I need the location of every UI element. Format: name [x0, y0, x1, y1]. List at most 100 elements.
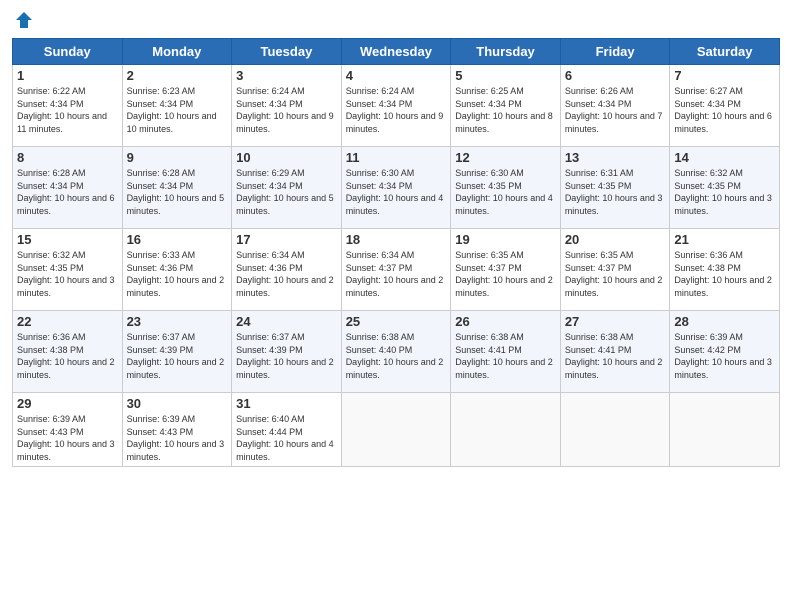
table-row: 5 Sunrise: 6:25 AMSunset: 4:34 PMDayligh…	[451, 65, 561, 147]
day-number: 6	[565, 68, 666, 83]
day-number: 1	[17, 68, 118, 83]
col-thursday: Thursday	[451, 39, 561, 65]
day-info: Sunrise: 6:37 AMSunset: 4:39 PMDaylight:…	[127, 332, 225, 380]
table-row: 17 Sunrise: 6:34 AMSunset: 4:36 PMDaylig…	[232, 229, 342, 311]
table-row: 22 Sunrise: 6:36 AMSunset: 4:38 PMDaylig…	[13, 311, 123, 393]
table-row: 11 Sunrise: 6:30 AMSunset: 4:34 PMDaylig…	[341, 147, 451, 229]
table-row	[341, 393, 451, 467]
col-friday: Friday	[560, 39, 670, 65]
table-row: 7 Sunrise: 6:27 AMSunset: 4:34 PMDayligh…	[670, 65, 780, 147]
table-row	[670, 393, 780, 467]
table-row: 29 Sunrise: 6:39 AMSunset: 4:43 PMDaylig…	[13, 393, 123, 467]
col-sunday: Sunday	[13, 39, 123, 65]
page-container: Sunday Monday Tuesday Wednesday Thursday…	[0, 0, 792, 475]
day-info: Sunrise: 6:35 AMSunset: 4:37 PMDaylight:…	[455, 250, 553, 298]
day-number: 31	[236, 396, 337, 411]
day-info: Sunrise: 6:39 AMSunset: 4:43 PMDaylight:…	[127, 414, 225, 462]
day-number: 8	[17, 150, 118, 165]
table-row: 13 Sunrise: 6:31 AMSunset: 4:35 PMDaylig…	[560, 147, 670, 229]
day-info: Sunrise: 6:34 AMSunset: 4:36 PMDaylight:…	[236, 250, 334, 298]
table-row: 19 Sunrise: 6:35 AMSunset: 4:37 PMDaylig…	[451, 229, 561, 311]
day-info: Sunrise: 6:28 AMSunset: 4:34 PMDaylight:…	[127, 168, 225, 216]
table-row: 30 Sunrise: 6:39 AMSunset: 4:43 PMDaylig…	[122, 393, 232, 467]
day-number: 28	[674, 314, 775, 329]
day-info: Sunrise: 6:40 AMSunset: 4:44 PMDaylight:…	[236, 414, 334, 462]
table-row: 20 Sunrise: 6:35 AMSunset: 4:37 PMDaylig…	[560, 229, 670, 311]
day-number: 3	[236, 68, 337, 83]
calendar-header-row: Sunday Monday Tuesday Wednesday Thursday…	[13, 39, 780, 65]
day-number: 29	[17, 396, 118, 411]
day-info: Sunrise: 6:38 AMSunset: 4:41 PMDaylight:…	[455, 332, 553, 380]
day-info: Sunrise: 6:35 AMSunset: 4:37 PMDaylight:…	[565, 250, 663, 298]
table-row: 24 Sunrise: 6:37 AMSunset: 4:39 PMDaylig…	[232, 311, 342, 393]
table-row: 16 Sunrise: 6:33 AMSunset: 4:36 PMDaylig…	[122, 229, 232, 311]
day-number: 17	[236, 232, 337, 247]
day-info: Sunrise: 6:39 AMSunset: 4:42 PMDaylight:…	[674, 332, 772, 380]
table-row: 10 Sunrise: 6:29 AMSunset: 4:34 PMDaylig…	[232, 147, 342, 229]
day-info: Sunrise: 6:32 AMSunset: 4:35 PMDaylight:…	[17, 250, 115, 298]
table-row: 4 Sunrise: 6:24 AMSunset: 4:34 PMDayligh…	[341, 65, 451, 147]
day-info: Sunrise: 6:26 AMSunset: 4:34 PMDaylight:…	[565, 86, 663, 134]
calendar-table: Sunday Monday Tuesday Wednesday Thursday…	[12, 38, 780, 467]
day-number: 2	[127, 68, 228, 83]
table-row: 6 Sunrise: 6:26 AMSunset: 4:34 PMDayligh…	[560, 65, 670, 147]
table-row: 3 Sunrise: 6:24 AMSunset: 4:34 PMDayligh…	[232, 65, 342, 147]
day-number: 7	[674, 68, 775, 83]
day-info: Sunrise: 6:22 AMSunset: 4:34 PMDaylight:…	[17, 86, 107, 134]
day-info: Sunrise: 6:30 AMSunset: 4:35 PMDaylight:…	[455, 168, 553, 216]
day-number: 9	[127, 150, 228, 165]
day-number: 30	[127, 396, 228, 411]
logo	[12, 10, 34, 30]
table-row: 21 Sunrise: 6:36 AMSunset: 4:38 PMDaylig…	[670, 229, 780, 311]
day-number: 12	[455, 150, 556, 165]
day-info: Sunrise: 6:33 AMSunset: 4:36 PMDaylight:…	[127, 250, 225, 298]
day-number: 5	[455, 68, 556, 83]
table-row: 18 Sunrise: 6:34 AMSunset: 4:37 PMDaylig…	[341, 229, 451, 311]
day-number: 4	[346, 68, 447, 83]
table-row	[560, 393, 670, 467]
day-info: Sunrise: 6:38 AMSunset: 4:41 PMDaylight:…	[565, 332, 663, 380]
table-row: 23 Sunrise: 6:37 AMSunset: 4:39 PMDaylig…	[122, 311, 232, 393]
col-monday: Monday	[122, 39, 232, 65]
table-row: 15 Sunrise: 6:32 AMSunset: 4:35 PMDaylig…	[13, 229, 123, 311]
table-row: 28 Sunrise: 6:39 AMSunset: 4:42 PMDaylig…	[670, 311, 780, 393]
day-number: 21	[674, 232, 775, 247]
day-info: Sunrise: 6:28 AMSunset: 4:34 PMDaylight:…	[17, 168, 115, 216]
header	[12, 10, 780, 30]
table-row: 1 Sunrise: 6:22 AMSunset: 4:34 PMDayligh…	[13, 65, 123, 147]
day-number: 24	[236, 314, 337, 329]
day-number: 18	[346, 232, 447, 247]
day-number: 23	[127, 314, 228, 329]
day-info: Sunrise: 6:24 AMSunset: 4:34 PMDaylight:…	[346, 86, 444, 134]
day-info: Sunrise: 6:36 AMSunset: 4:38 PMDaylight:…	[674, 250, 772, 298]
day-number: 26	[455, 314, 556, 329]
table-row: 27 Sunrise: 6:38 AMSunset: 4:41 PMDaylig…	[560, 311, 670, 393]
day-info: Sunrise: 6:38 AMSunset: 4:40 PMDaylight:…	[346, 332, 444, 380]
table-row: 26 Sunrise: 6:38 AMSunset: 4:41 PMDaylig…	[451, 311, 561, 393]
day-info: Sunrise: 6:23 AMSunset: 4:34 PMDaylight:…	[127, 86, 217, 134]
day-info: Sunrise: 6:27 AMSunset: 4:34 PMDaylight:…	[674, 86, 772, 134]
table-row: 12 Sunrise: 6:30 AMSunset: 4:35 PMDaylig…	[451, 147, 561, 229]
table-row: 8 Sunrise: 6:28 AMSunset: 4:34 PMDayligh…	[13, 147, 123, 229]
day-number: 22	[17, 314, 118, 329]
col-wednesday: Wednesday	[341, 39, 451, 65]
day-number: 16	[127, 232, 228, 247]
day-info: Sunrise: 6:31 AMSunset: 4:35 PMDaylight:…	[565, 168, 663, 216]
logo-icon	[14, 10, 34, 30]
day-info: Sunrise: 6:36 AMSunset: 4:38 PMDaylight:…	[17, 332, 115, 380]
table-row	[451, 393, 561, 467]
day-info: Sunrise: 6:34 AMSunset: 4:37 PMDaylight:…	[346, 250, 444, 298]
day-number: 10	[236, 150, 337, 165]
table-row: 25 Sunrise: 6:38 AMSunset: 4:40 PMDaylig…	[341, 311, 451, 393]
day-info: Sunrise: 6:25 AMSunset: 4:34 PMDaylight:…	[455, 86, 553, 134]
day-number: 19	[455, 232, 556, 247]
table-row: 14 Sunrise: 6:32 AMSunset: 4:35 PMDaylig…	[670, 147, 780, 229]
day-info: Sunrise: 6:32 AMSunset: 4:35 PMDaylight:…	[674, 168, 772, 216]
table-row: 31 Sunrise: 6:40 AMSunset: 4:44 PMDaylig…	[232, 393, 342, 467]
day-number: 11	[346, 150, 447, 165]
day-info: Sunrise: 6:39 AMSunset: 4:43 PMDaylight:…	[17, 414, 115, 462]
day-info: Sunrise: 6:29 AMSunset: 4:34 PMDaylight:…	[236, 168, 334, 216]
day-number: 15	[17, 232, 118, 247]
day-number: 27	[565, 314, 666, 329]
col-saturday: Saturday	[670, 39, 780, 65]
